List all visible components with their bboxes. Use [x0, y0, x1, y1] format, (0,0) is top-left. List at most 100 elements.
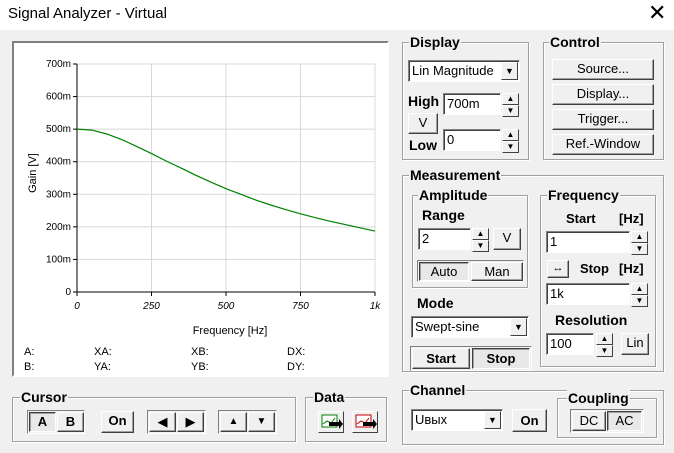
- chevron-down-icon[interactable]: ▼: [510, 318, 527, 336]
- cursor-up-button[interactable]: ▲: [220, 412, 247, 432]
- low-spinner[interactable]: ▲ ▼: [502, 129, 519, 153]
- low-label: Low: [409, 137, 437, 153]
- x-tick-label: 250: [142, 301, 160, 312]
- readout-xa: XA:: [94, 346, 112, 358]
- span-arrows-icon: ↔: [552, 262, 564, 274]
- stop-freq-spinner[interactable]: ▲ ▼: [631, 283, 648, 307]
- window-title: Signal Analyzer - Virtual: [8, 5, 167, 22]
- low-input[interactable]: 0: [443, 129, 501, 151]
- high-label: High: [408, 93, 440, 109]
- cursor-group-label: Cursor: [20, 389, 68, 405]
- readout-b: B:: [24, 361, 35, 373]
- y-tick-label: 300m: [46, 189, 71, 200]
- spin-down-icon[interactable]: ▼: [502, 105, 519, 117]
- measurement-group-label: Measurement: [409, 167, 502, 183]
- readout-dx: DX:: [287, 346, 306, 358]
- chevron-down-icon[interactable]: ▼: [501, 62, 518, 80]
- channel-on-button[interactable]: On: [512, 409, 547, 432]
- plot-panel: 700m 600m 500m 400m 300m 200m 100m 0 0 250 500 750…: [12, 41, 389, 377]
- arrow-left-icon: ◀: [157, 414, 168, 429]
- y-tick-label: 200m: [46, 222, 71, 233]
- data-group-label: Data: [313, 389, 346, 405]
- resolution-input[interactable]: 100: [546, 333, 594, 355]
- trigger-button[interactable]: Trigger...: [552, 109, 654, 130]
- channel-select[interactable]: Uвых ▼: [411, 409, 503, 431]
- arrow-down-icon: ▼: [256, 416, 267, 427]
- stop-freq-unit-label: [Hz]: [619, 261, 644, 276]
- range-spinner[interactable]: ▲ ▼: [472, 228, 489, 252]
- chevron-down-icon[interactable]: ▼: [484, 411, 501, 429]
- y-tick-label: 500m: [46, 124, 71, 135]
- man-button[interactable]: Man: [471, 262, 523, 281]
- spin-up-icon[interactable]: ▲: [631, 283, 648, 295]
- auto-button[interactable]: Auto: [419, 262, 469, 281]
- span-toggle-button[interactable]: ↔: [547, 260, 569, 278]
- spin-up-icon[interactable]: ▲: [472, 228, 489, 240]
- spin-up-icon[interactable]: ▲: [502, 129, 519, 141]
- import-data-icon: [355, 414, 377, 429]
- spin-down-icon[interactable]: ▼: [631, 243, 648, 255]
- export-data-button[interactable]: [318, 411, 344, 433]
- arrow-up-icon: ▲: [228, 416, 239, 427]
- stop-button[interactable]: Stop: [472, 348, 530, 369]
- cursor-down-button[interactable]: ▼: [248, 412, 275, 432]
- spin-down-icon[interactable]: ▼: [631, 295, 648, 307]
- amplitude-group-label: Amplitude: [418, 187, 489, 203]
- display-mode-value: Lin Magnitude: [412, 63, 494, 78]
- cursor-left-button[interactable]: ◀: [149, 412, 176, 432]
- resolution-spinner[interactable]: ▲ ▼: [596, 333, 613, 357]
- close-icon[interactable]: ✕: [648, 1, 666, 26]
- range-input[interactable]: 2: [418, 228, 471, 250]
- x-tick-label: 750: [292, 301, 309, 312]
- coupling-ac-button[interactable]: AC: [607, 411, 642, 431]
- display-unit-button[interactable]: V: [408, 113, 438, 134]
- readout-xb: XB:: [191, 346, 209, 358]
- stop-freq-input[interactable]: 1k: [546, 283, 630, 305]
- plot-area[interactable]: 700m 600m 500m 400m 300m 200m 100m 0 0 250 500 750…: [14, 43, 387, 375]
- spin-down-icon[interactable]: ▼: [472, 240, 489, 252]
- frequency-group-label: Frequency: [547, 187, 620, 203]
- channel-group-label: Channel: [409, 382, 467, 398]
- spin-up-icon[interactable]: ▲: [596, 333, 613, 345]
- resolution-label: Resolution: [555, 312, 628, 328]
- source-button[interactable]: Source...: [552, 59, 654, 80]
- mode-label: Mode: [417, 295, 454, 311]
- readout-ya: YA:: [94, 361, 111, 373]
- y-tick-label: 600m: [46, 92, 71, 103]
- export-data-icon: [321, 414, 343, 429]
- window-body: 700m 600m 500m 400m 300m 200m 100m 0 0 250 500 750…: [0, 30, 674, 453]
- spin-down-icon[interactable]: ▼: [502, 141, 519, 153]
- display-group-label: Display: [409, 34, 461, 50]
- y-tick-label: 0: [65, 287, 71, 298]
- cursor-right-button[interactable]: ▶: [177, 412, 204, 432]
- control-group-label: Control: [549, 34, 601, 50]
- display-mode-select[interactable]: Lin Magnitude ▼: [408, 60, 520, 82]
- display-settings-button[interactable]: Display...: [552, 84, 654, 105]
- high-spinner[interactable]: ▲ ▼: [502, 93, 519, 117]
- lin-button[interactable]: Lin: [621, 333, 649, 355]
- start-freq-input[interactable]: 1: [546, 231, 630, 253]
- cursor-on-button[interactable]: On: [101, 411, 134, 433]
- stop-freq-label: Stop: [580, 261, 609, 276]
- start-button[interactable]: Start: [412, 348, 470, 369]
- mode-value: Swept-sine: [415, 319, 480, 334]
- y-tick-label: 700m: [46, 59, 71, 70]
- start-freq-unit-label: [Hz]: [619, 211, 644, 226]
- x-tick-label: 0: [74, 301, 80, 312]
- range-unit-button[interactable]: V: [493, 228, 521, 250]
- high-input[interactable]: 700m: [443, 93, 501, 115]
- x-tick-label: 500: [218, 301, 235, 312]
- cursor-b-button[interactable]: B: [57, 412, 84, 432]
- spin-up-icon[interactable]: ▲: [631, 231, 648, 243]
- cursor-a-button[interactable]: A: [29, 412, 56, 432]
- spin-up-icon[interactable]: ▲: [502, 93, 519, 105]
- spin-down-icon[interactable]: ▼: [596, 345, 613, 357]
- start-freq-label: Start: [566, 211, 596, 226]
- ref-window-button[interactable]: Ref.-Window: [552, 134, 654, 155]
- start-freq-spinner[interactable]: ▲ ▼: [631, 231, 648, 255]
- readout-yb: YB:: [191, 361, 209, 373]
- y-tick-label: 100m: [46, 254, 71, 265]
- import-data-button[interactable]: [352, 411, 378, 433]
- coupling-dc-button[interactable]: DC: [572, 411, 606, 431]
- mode-select[interactable]: Swept-sine ▼: [411, 316, 529, 338]
